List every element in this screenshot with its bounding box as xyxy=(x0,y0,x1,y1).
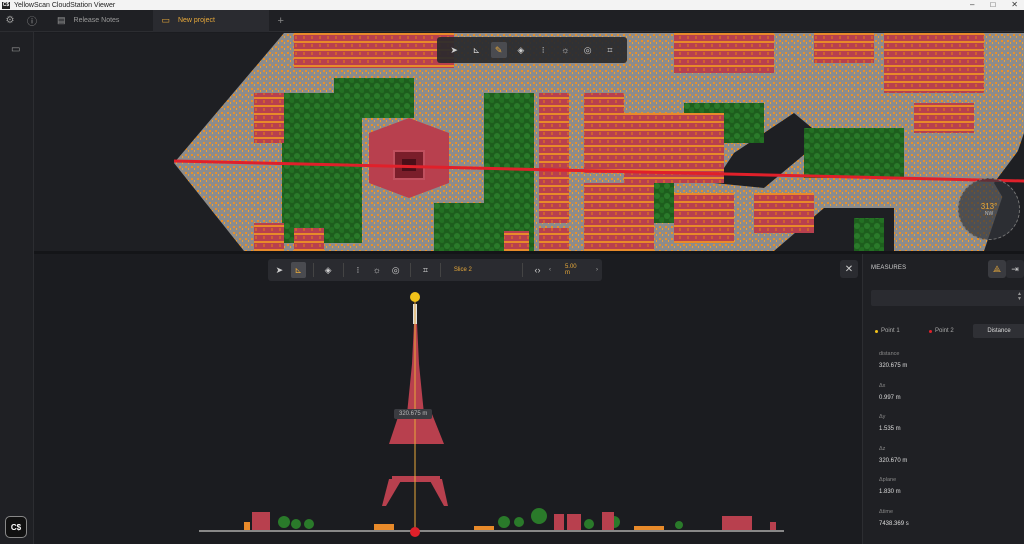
navigate-icon[interactable]: ➤ xyxy=(446,42,462,58)
measure-row-dtime: Δtime 7438.369 s xyxy=(879,509,909,541)
select-arrows-icon: ▲ ▼ xyxy=(1017,291,1022,302)
window-controls: – □ ✕ xyxy=(970,0,1018,10)
measure-value: 0.997 m xyxy=(879,394,901,401)
measure-key: Δx xyxy=(879,382,886,389)
window-title: YellowScan CloudStation Viewer xyxy=(14,1,116,9)
brightness-icon[interactable]: ☼ xyxy=(557,42,573,58)
measure-value: 320.675 m xyxy=(879,363,908,369)
tab-label: Release Notes xyxy=(73,17,120,24)
compass-degrees: 313° xyxy=(980,201,998,211)
point-2-dot-icon xyxy=(929,329,932,333)
eye-filter-icon[interactable]: ◎ xyxy=(580,42,596,58)
left-sidebar: ▭ C$ xyxy=(0,32,34,544)
paint-bucket-icon[interactable]: ◈ xyxy=(513,42,529,58)
cloudstation-logo[interactable]: C$ xyxy=(5,516,27,538)
measures-title: MEASURES xyxy=(871,265,907,271)
tab-point-2[interactable]: Point 2 xyxy=(925,324,973,338)
app-logo-icon: C$ xyxy=(2,1,10,9)
open-folder-icon[interactable]: ▭ xyxy=(11,44,20,55)
export-measure-icon[interactable]: ⇥ xyxy=(1006,260,1024,278)
measure-key: distance xyxy=(879,351,900,357)
measure-row-dy: Δy 1.535 m xyxy=(879,414,909,446)
point-cloud-profile-view xyxy=(199,292,784,537)
point-1-label: Point 1 xyxy=(881,328,900,334)
point-1-dot-icon xyxy=(875,329,878,333)
measure-key: Δplane xyxy=(879,477,897,483)
add-tab-button[interactable]: + xyxy=(277,15,283,27)
tab-bar: ⚙ ⓘ ▤ Release Notes ▭ New project + xyxy=(0,9,1024,32)
distance-label: 320.675 m xyxy=(394,409,433,419)
maximize-button[interactable]: □ xyxy=(990,0,995,10)
point-2-label: Point 2 xyxy=(935,328,954,334)
measure-row-dplane: Δplane 1.830 m xyxy=(879,477,909,509)
view-toolbar: ➤ ⊾ ✎ ◈ ⁝ ☼ ◎ ⌗ xyxy=(437,37,627,63)
measure-row-distance: distance 320.675 m xyxy=(879,351,909,383)
tab-release-notes[interactable]: ▤ Release Notes xyxy=(49,10,127,32)
minimize-button[interactable]: – xyxy=(970,0,974,10)
tab-distance[interactable]: Distance xyxy=(973,324,1024,338)
title-bar: C$ YellowScan CloudStation Viewer – □ ✕ xyxy=(0,0,1024,10)
measure-values: distance 320.675 m Δx 0.997 m Δy 1.535 m… xyxy=(879,351,909,540)
measure-value: 7438.369 s xyxy=(879,520,909,527)
compass-widget[interactable]: 313° NW xyxy=(958,178,1020,240)
measure-row-dz: Δz 320.670 m xyxy=(879,446,909,478)
crop-icon[interactable]: ⌗ xyxy=(602,42,618,58)
pen-icon[interactable]: ✎ xyxy=(490,42,507,58)
measure-value: 1.830 m xyxy=(879,489,901,495)
folder-icon: ▭ xyxy=(161,15,170,25)
measure-tool-icon[interactable]: ⟁ xyxy=(988,260,1006,278)
tab-new-project[interactable]: ▭ New project xyxy=(153,9,270,32)
measure-select[interactable]: ▲ ▼ xyxy=(871,290,1024,306)
side-view-canvas[interactable]: ➤ ⊾ ◈ ⁝ ☼ ◎ ⌗ Slice 2 ‹› ‹ 5.00 m › ✕ 32… xyxy=(34,254,862,544)
info-icon[interactable]: ⓘ xyxy=(25,14,39,28)
measure-key: Δtime xyxy=(879,508,894,515)
measure-value: 1.535 m xyxy=(879,426,901,432)
compass-direction: NW xyxy=(984,210,994,217)
document-icon: ▤ xyxy=(57,15,66,25)
tab-label: New project xyxy=(177,17,215,24)
measures-panel: MEASURES ⟁ ⇥ ▲ ▼ Point 1 Point 2 Distance… xyxy=(862,254,1024,544)
point-size-icon[interactable]: ⁝ xyxy=(535,42,551,58)
settings-gear-icon[interactable]: ⚙ xyxy=(3,14,17,28)
measure-point-2[interactable] xyxy=(410,527,420,537)
measure-profile-icon[interactable]: ⊾ xyxy=(468,42,484,58)
top-view-canvas[interactable]: ➤ ⊾ ✎ ◈ ⁝ ☼ ◎ ⌗ 313° NW xyxy=(34,33,1024,251)
tab-point-1[interactable]: Point 1 xyxy=(871,324,925,338)
measure-row-dx: Δx 0.997 m xyxy=(879,383,909,415)
measure-key: Δz xyxy=(879,445,886,452)
measure-tabs: Point 1 Point 2 Distance xyxy=(871,324,1024,338)
measure-key: Δy xyxy=(879,414,886,420)
measure-value: 320.670 m xyxy=(879,457,908,464)
measure-point-1[interactable] xyxy=(410,292,420,302)
point-cloud-plan-view xyxy=(173,33,1024,251)
close-window-button[interactable]: ✕ xyxy=(1011,0,1018,10)
